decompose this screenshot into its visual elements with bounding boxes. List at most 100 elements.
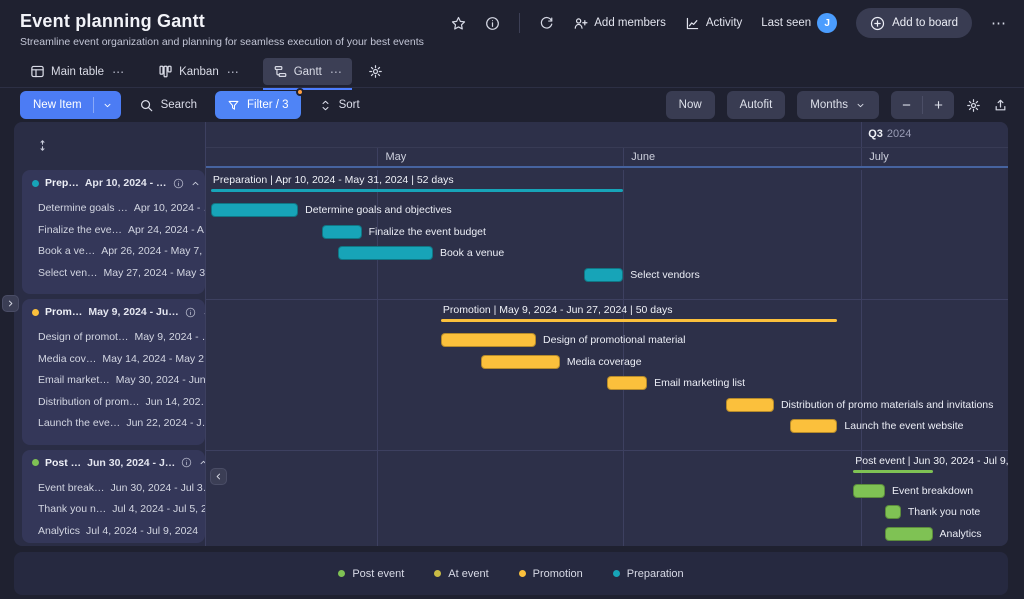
gantt-bar[interactable] xyxy=(885,527,933,541)
sort-button[interactable]: Sort xyxy=(319,99,360,112)
resize-rows-icon[interactable] xyxy=(36,139,49,152)
sidebar-task-row[interactable]: Launch the eve…Jun 22, 2024 - J… xyxy=(38,415,198,431)
autofit-label: Autofit xyxy=(740,99,773,111)
now-button[interactable]: Now xyxy=(666,91,715,119)
tab-menu-icon[interactable]: ⋯ xyxy=(227,65,239,79)
gantt-bar[interactable] xyxy=(607,376,647,390)
gantt-bar[interactable] xyxy=(726,398,774,412)
table-icon xyxy=(30,64,45,79)
avatar[interactable]: J xyxy=(817,13,837,33)
add-members-button[interactable]: Add members xyxy=(573,16,666,31)
search-button[interactable]: Search xyxy=(139,98,197,113)
automations-icon[interactable] xyxy=(539,16,554,31)
activity-button[interactable]: Activity xyxy=(685,16,742,31)
gantt-bar[interactable] xyxy=(338,246,433,260)
tab-kanban[interactable]: Kanban ⋯ xyxy=(148,58,249,85)
sidebar-task-row[interactable]: Determine goals …Apr 10, 2024 - … xyxy=(38,200,198,216)
task-dates: Jul 4, 2024 - Jul 5, 2… xyxy=(112,503,205,515)
gantt-sidebar: Prep…Apr 10, 2024 - … Determine goals …Ap… xyxy=(14,122,205,546)
group-header[interactable]: Prom…May 9, 2024 - Ju… xyxy=(32,304,197,320)
expand-panel-button[interactable] xyxy=(2,295,19,312)
gantt-bar[interactable] xyxy=(322,225,362,239)
gantt-bar[interactable] xyxy=(481,355,560,369)
collapse-sidebar-button[interactable] xyxy=(210,468,227,485)
group-summary-bar[interactable] xyxy=(441,319,838,322)
legend-color-dot xyxy=(519,570,526,577)
gantt-bar[interactable] xyxy=(584,268,624,282)
zoom-in-button[interactable]: + xyxy=(923,91,954,119)
sidebar-task-row[interactable]: Design of promot…May 9, 2024 - … xyxy=(38,329,198,345)
task-dates: Jul 4, 2024 - Jul 9, 2024 xyxy=(86,525,198,537)
favorite-star-icon[interactable] xyxy=(451,16,466,31)
group-collapse-icon[interactable] xyxy=(190,178,201,189)
tab-menu-icon[interactable]: ⋯ xyxy=(112,65,124,79)
activity-icon xyxy=(685,16,700,31)
board-menu-icon[interactable]: ⋯ xyxy=(991,16,1006,31)
gantt-bar[interactable] xyxy=(853,484,885,498)
tab-label: Main table xyxy=(51,66,104,78)
add-to-board-button[interactable]: Add to board xyxy=(856,8,972,38)
zoom-unit-select[interactable]: Months xyxy=(797,91,879,119)
tab-label: Kanban xyxy=(179,66,219,78)
tab-main-table[interactable]: Main table ⋯ xyxy=(20,58,134,85)
task-name: Media cov… xyxy=(38,353,96,365)
gantt-group-section: Preparation | Apr 10, 2024 - May 31, 202… xyxy=(205,170,1008,299)
task-name: Launch the eve… xyxy=(38,417,120,429)
sidebar-task-row[interactable]: Thank you n…Jul 4, 2024 - Jul 5, 2… xyxy=(38,501,198,517)
gantt-bar-label: Analytics xyxy=(940,527,982,541)
header-divider xyxy=(519,13,520,33)
sidebar-task-row[interactable]: Event break…Jun 30, 2024 - Jul 3… xyxy=(38,480,198,496)
task-name: Thank you n… xyxy=(38,503,106,515)
new-item-chevron-icon[interactable] xyxy=(94,100,121,111)
sidebar-group-card: Prom…May 9, 2024 - Ju… Design of promot…M… xyxy=(22,299,205,445)
group-summary-bar[interactable] xyxy=(211,189,623,192)
group-dates: May 9, 2024 - Ju… xyxy=(88,306,178,318)
info-icon xyxy=(181,457,192,468)
month-label: May xyxy=(385,151,406,163)
sidebar-task-row[interactable]: Finalize the eve…Apr 24, 2024 - A… xyxy=(38,222,198,238)
tab-menu-icon[interactable]: ⋯ xyxy=(330,65,342,79)
gantt-bar-label: Select vendors xyxy=(630,268,699,282)
sidebar-groups: Prep…Apr 10, 2024 - … Determine goals …Ap… xyxy=(14,168,205,546)
quarter-header-row: Q32024 xyxy=(205,122,1008,148)
legend-label: Preparation xyxy=(627,568,684,580)
export-icon[interactable] xyxy=(993,98,1008,113)
task-name: Book a ve… xyxy=(38,245,95,257)
zoom-out-button[interactable]: − xyxy=(891,91,922,119)
group-info-icon[interactable] xyxy=(173,178,184,189)
sidebar-task-row[interactable]: Media cov…May 14, 2024 - May 2… xyxy=(38,351,198,367)
quarter-gridline xyxy=(861,122,862,147)
gantt-bar[interactable] xyxy=(441,333,536,347)
sidebar-task-row[interactable]: Email market…May 30, 2024 - Jun… xyxy=(38,372,198,388)
tab-label: Gantt xyxy=(294,66,322,78)
board-info-icon[interactable] xyxy=(485,16,500,31)
sidebar-task-row[interactable]: AnalyticsJul 4, 2024 - Jul 9, 2024 xyxy=(38,523,198,539)
group-summary-bar[interactable] xyxy=(853,470,932,473)
group-header[interactable]: Prep…Apr 10, 2024 - … xyxy=(32,175,197,191)
gantt-bar[interactable] xyxy=(211,203,298,217)
group-header[interactable]: Post …Jun 30, 2024 - J… xyxy=(32,455,197,471)
gantt-bar[interactable] xyxy=(790,419,838,433)
gantt-bar[interactable] xyxy=(885,505,901,519)
gantt-group-section: Promotion | May 9, 2024 - Jun 27, 2024 |… xyxy=(205,299,1008,450)
gantt-bar-label: Distribution of promo materials and invi… xyxy=(781,398,993,412)
task-name: Email market… xyxy=(38,374,110,386)
task-dates: Apr 26, 2024 - May 7, … xyxy=(101,245,205,257)
group-info-icon[interactable] xyxy=(185,307,196,318)
sidebar-task-row[interactable]: Book a ve…Apr 26, 2024 - May 7, … xyxy=(38,243,198,259)
autofit-button[interactable]: Autofit xyxy=(727,91,786,119)
gantt-bar-label: Thank you note xyxy=(908,505,980,519)
page-title: Event planning Gantt xyxy=(20,11,451,32)
group-info-icon[interactable] xyxy=(181,457,192,468)
group-collapse-icon[interactable] xyxy=(198,457,205,468)
chev-up-icon xyxy=(190,178,201,189)
gantt-icon xyxy=(273,64,288,79)
tab-gantt[interactable]: Gantt ⋯ xyxy=(263,58,352,85)
new-item-button[interactable]: New Item xyxy=(20,91,121,119)
sidebar-task-row[interactable]: Select ven…May 27, 2024 - May 3… xyxy=(38,265,198,281)
gantt-settings-icon[interactable] xyxy=(966,98,981,113)
filter-button[interactable]: Filter / 3 xyxy=(215,91,301,119)
legend-label: Post event xyxy=(352,568,404,580)
sidebar-task-row[interactable]: Distribution of prom…Jun 14, 202… xyxy=(38,394,198,410)
views-settings-icon[interactable] xyxy=(368,64,383,79)
